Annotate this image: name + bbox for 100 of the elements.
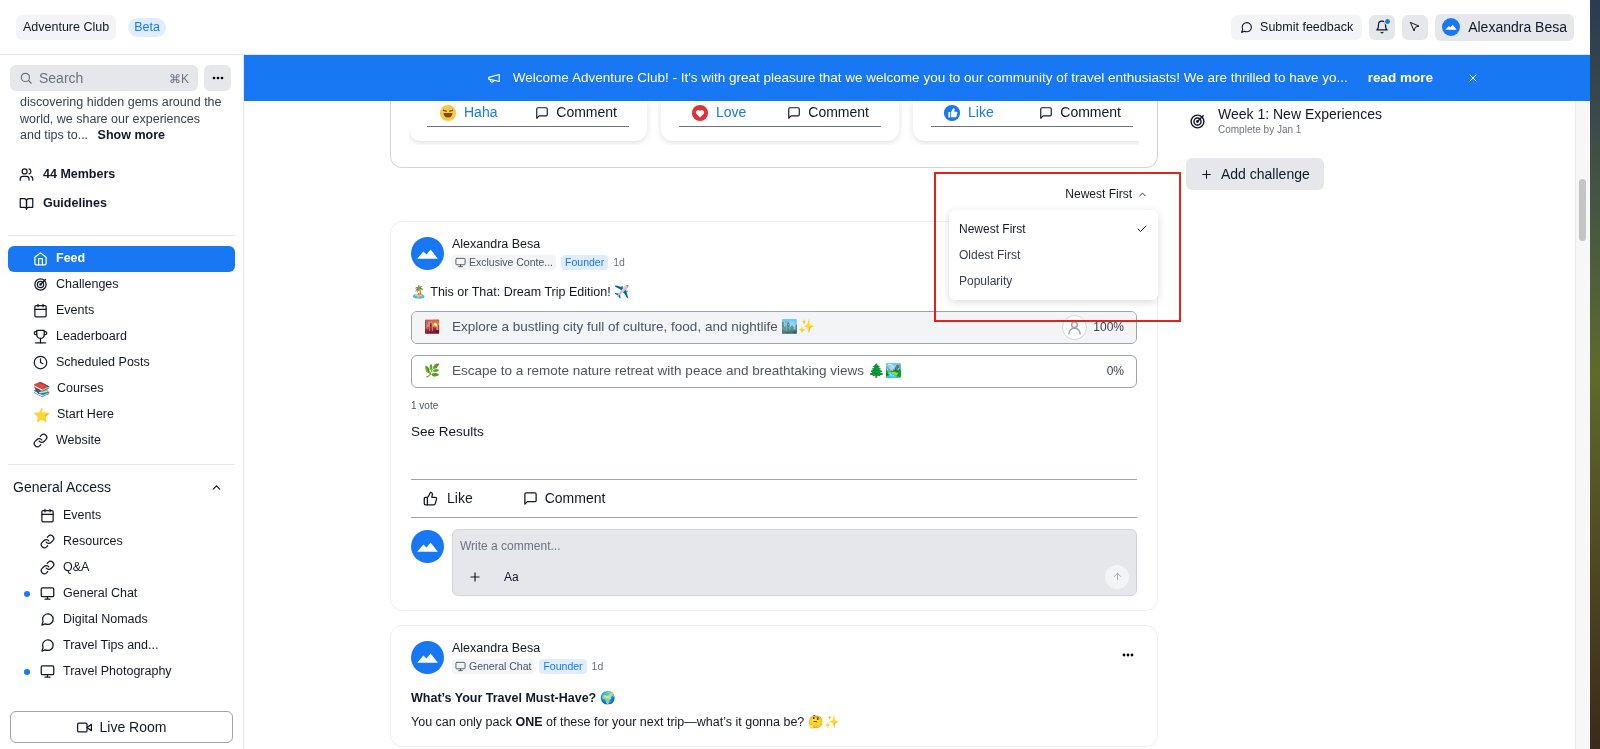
search-icon — [19, 71, 33, 85]
poll-percent: 0% — [1106, 363, 1124, 380]
chat-bubble-icon — [1240, 20, 1254, 34]
comment-icon — [522, 490, 538, 506]
section-header[interactable]: General Access — [8, 478, 235, 497]
monitor-icon — [40, 586, 55, 601]
channel-item[interactable]: Events — [40, 506, 102, 525]
nav-item[interactable]: Scheduled Posts — [8, 349, 235, 376]
book-icon — [19, 196, 34, 211]
post-time: 1d — [591, 658, 604, 674]
challenge-due: Complete by Jan 1 — [1218, 122, 1303, 137]
sort-option[interactable]: Popularity — [949, 268, 1158, 294]
like-button[interactable]: Like — [423, 487, 473, 509]
poll-option-text: Explore a bustling city full of culture, food, and nightlife 🏙✨ — [452, 317, 816, 336]
channel-item[interactable]: Travel Photography — [40, 662, 172, 681]
live-room-button[interactable]: Live Room — [10, 711, 233, 743]
megaphone-icon — [486, 71, 501, 85]
link-icon — [40, 560, 55, 575]
channel-item[interactable]: Resources — [40, 532, 123, 551]
nav-item[interactable]: 📚 Courses — [8, 375, 235, 402]
poll-emoji: 🌇 — [424, 318, 440, 337]
avatar-icon — [411, 640, 444, 674]
format-button[interactable]: Aa — [504, 567, 519, 586]
cursor-button[interactable] — [1402, 14, 1429, 40]
arrow-up-icon — [1111, 571, 1123, 583]
author-name: Alexandra Besa — [452, 236, 542, 252]
channel-item[interactable]: Q&A — [40, 558, 90, 577]
people-icon — [19, 167, 34, 182]
shortcut-hint: ⌘K — [169, 71, 189, 88]
attach-button[interactable] — [468, 569, 482, 584]
see-results-link[interactable]: See Results — [411, 421, 484, 442]
sort-option[interactable]: Newest First — [949, 216, 1158, 242]
plus-icon — [468, 569, 482, 584]
poll-percent: 100% — [1093, 319, 1124, 336]
reaction-button[interactable]: Like — [943, 102, 994, 123]
show-more-link[interactable]: Show more — [97, 127, 165, 144]
monitor-icon — [455, 257, 466, 269]
channel-item[interactable]: Travel Tips and... — [40, 636, 159, 655]
comment-button[interactable]: Comment — [535, 102, 617, 123]
community-name[interactable]: Adventure Club — [16, 14, 117, 40]
link-icon — [33, 433, 48, 448]
post-title: What’s Your Travel Must-Have? 🌍 — [411, 689, 617, 707]
sort-dropdown[interactable]: Newest First — [1065, 185, 1148, 203]
video-camera-icon — [76, 719, 92, 735]
clock-icon — [33, 355, 48, 370]
channel-item[interactable]: Digital Nomads — [40, 610, 148, 629]
nav-item[interactable]: Leaderboard — [8, 323, 235, 350]
check-icon — [1136, 223, 1148, 235]
role-badge: Founder — [539, 659, 587, 675]
nav-item[interactable]: Feed — [8, 245, 235, 272]
target-icon — [33, 277, 48, 292]
banner-text: Welcome Adventure Club! - It's with great pleasure that we welcome you to our community of travel enthusiasts! We are thrilled to have yo... — [512, 68, 1348, 87]
scrollbar[interactable] — [1575, 101, 1590, 749]
post-body: You can only pack ONE of these for your next trip—what’s it gonna be? 🤔✨ — [411, 714, 841, 732]
submit-feedback-button[interactable]: Submit feedback — [1231, 14, 1363, 40]
channel-tag: General Chat — [452, 659, 535, 675]
avatar-icon — [411, 237, 444, 270]
comment-button[interactable]: Comment — [787, 102, 869, 123]
poll-option[interactable]: 🌿 Escape to a remote nature retreat with peace and breathtaking views 🌲🏞 0% — [411, 354, 1137, 388]
channel-item[interactable]: General Chat — [40, 584, 138, 603]
nav-item[interactable]: Website — [8, 427, 235, 454]
reaction-button[interactable]: Love — [691, 102, 747, 123]
challenge-item[interactable]: Week 1: New Experiences Complete by Jan 1 — [1186, 106, 1516, 136]
post-time: 1d — [613, 255, 625, 270]
sidebar-link[interactable]: Guidelines — [19, 194, 224, 213]
comment-button[interactable]: Comment — [1039, 102, 1121, 123]
avatar-icon — [411, 529, 444, 563]
author-name: Alexandra Besa — [452, 639, 542, 656]
comment-field[interactable]: Write a comment... Aa — [452, 528, 1137, 596]
comment-button[interactable]: Comment — [522, 487, 606, 509]
beta-badge: Beta — [128, 17, 166, 37]
chat-bubble-icon — [40, 638, 55, 653]
challenge-title: Week 1: New Experiences — [1218, 105, 1382, 122]
monitor-icon — [40, 664, 55, 679]
laughing-face-icon — [439, 103, 457, 122]
reaction-button[interactable]: Haha — [439, 102, 498, 123]
thumbs-up-icon — [423, 490, 438, 506]
comment-icon — [787, 105, 802, 120]
cursor-icon — [1409, 21, 1422, 33]
link-icon — [40, 534, 55, 549]
nav-item[interactable]: Events — [8, 297, 235, 324]
emoji-icon: 📚 — [33, 381, 49, 396]
channel-tag: Exclusive Conte... — [452, 255, 557, 271]
comment-icon — [535, 105, 550, 120]
home-icon — [33, 251, 48, 266]
add-challenge-button[interactable]: Add challenge — [1186, 158, 1324, 190]
calendar-icon — [40, 508, 55, 523]
sort-option[interactable]: Oldest First — [949, 242, 1158, 268]
poll-emoji: 🌿 — [424, 362, 440, 381]
poll-option[interactable]: 🌇 Explore a bustling city full of culture, food, and nightlife 🏙✨ 100% — [411, 310, 1137, 344]
nav-item[interactable]: Challenges — [8, 271, 235, 298]
notifications-button[interactable] — [1369, 14, 1396, 40]
poll-option-text: Escape to a remote nature retreat with peace and breathtaking views 🌲🏞 — [452, 361, 902, 380]
plus-icon — [1200, 167, 1213, 181]
sidebar-link[interactable]: 44 Members — [19, 165, 224, 184]
nav-item[interactable]: ⭐ Start Here — [8, 401, 235, 428]
more-icon — [211, 76, 224, 80]
read-more-link[interactable]: read more — [1367, 67, 1434, 89]
user-menu-button[interactable]: Alexandra Besa — [1435, 13, 1574, 41]
calendar-icon — [33, 303, 48, 318]
